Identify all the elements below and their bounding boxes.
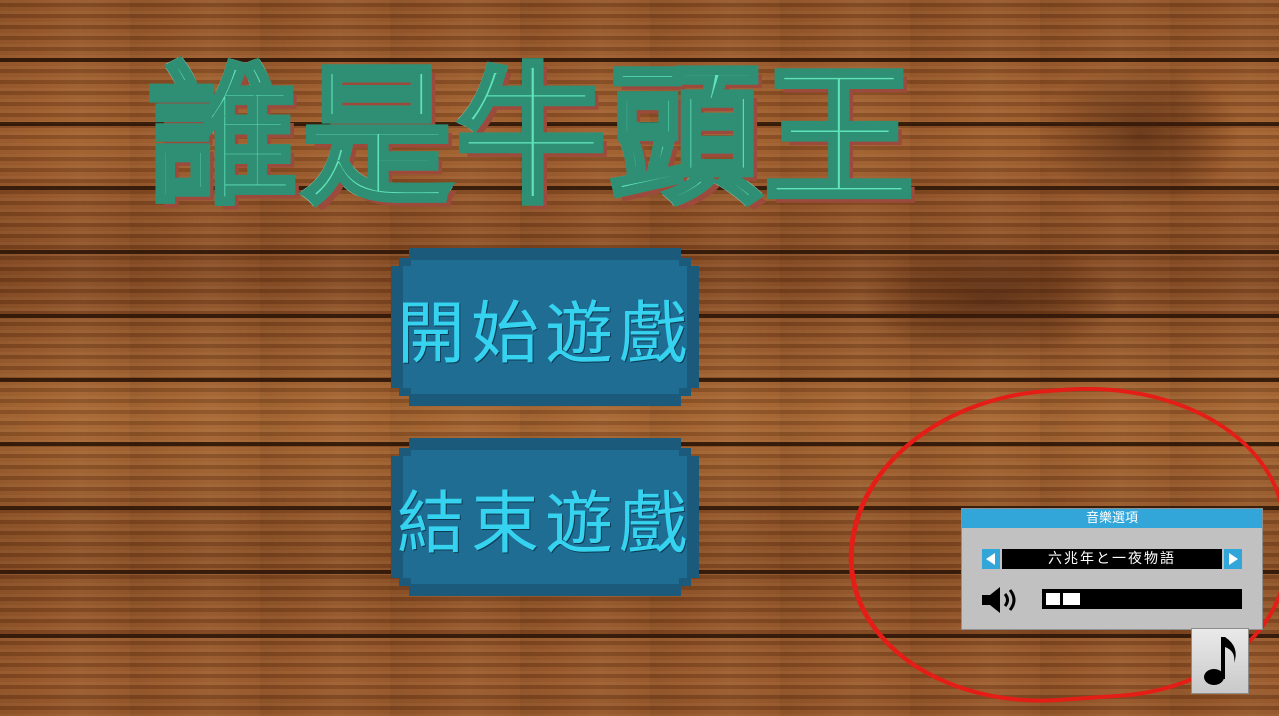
music-note-icon — [1204, 637, 1236, 685]
music-options-panel: 音樂選項 六兆年と一夜物語 — [961, 508, 1263, 630]
track-name: 六兆年と一夜物語 — [1002, 549, 1222, 569]
quit-game-label: 結束遊戲 — [396, 484, 693, 564]
start-game-label: 開始遊戲 — [396, 294, 693, 374]
prev-track-icon[interactable] — [982, 549, 1000, 569]
next-track-icon[interactable] — [1224, 549, 1242, 569]
volume-slider[interactable] — [1042, 589, 1242, 609]
volume-segment — [1063, 593, 1080, 605]
wood-knot — [860, 240, 1120, 360]
volume-segment — [1046, 593, 1060, 605]
speaker-icon[interactable] — [982, 585, 1024, 615]
wood-knot — [1040, 60, 1240, 210]
music-options-header: 音樂選項 — [962, 509, 1262, 528]
quit-game-button[interactable]: 結束遊戲 — [391, 438, 699, 596]
game-title: 誰是牛頭王 — [146, 49, 919, 228]
start-game-button[interactable]: 開始遊戲 — [391, 248, 699, 406]
music-toggle-button[interactable] — [1191, 628, 1249, 694]
